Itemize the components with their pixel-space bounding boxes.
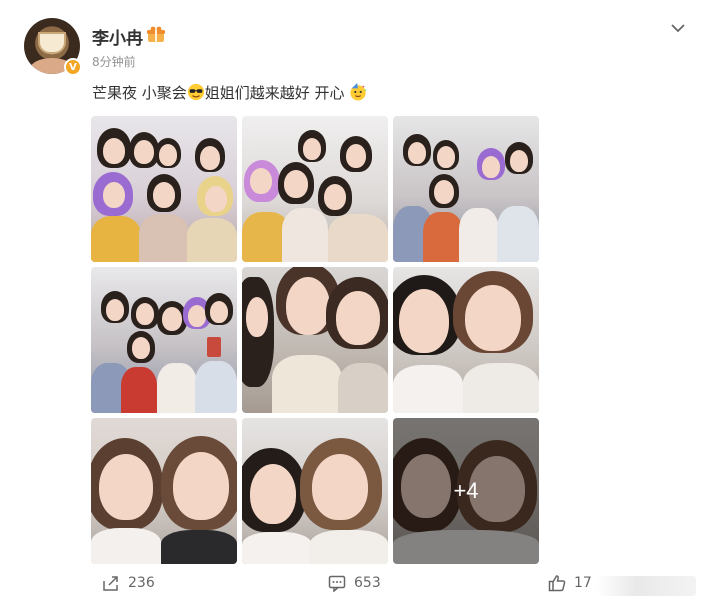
more-photos-overlay[interactable]: +4 (393, 418, 539, 564)
photo-6[interactable] (393, 267, 539, 413)
post-text-part-1: 芒果夜 小聚会 (92, 84, 187, 102)
verified-v-icon: V (64, 58, 82, 76)
partying-face-emoji (350, 83, 367, 101)
share-button[interactable]: 236 (102, 574, 155, 592)
avatar-cup (38, 32, 66, 54)
post-text: 芒果夜 小聚会 姐姐们越来越好 开心 (92, 82, 367, 103)
blurred-region (596, 576, 696, 596)
chevron-down-icon[interactable] (668, 18, 688, 38)
photo-8[interactable] (242, 418, 388, 564)
sunglasses-emoji (187, 83, 204, 101)
username[interactable]: 李小冉 (92, 24, 143, 49)
more-photos-count: +4 (453, 478, 479, 503)
share-count: 236 (128, 575, 155, 591)
comment-button[interactable]: 653 (328, 574, 381, 592)
photo-2[interactable] (242, 116, 388, 262)
thumbs-up-icon (548, 575, 566, 592)
gift-badge-icon (147, 26, 165, 42)
photo-grid: +4 (91, 116, 539, 564)
photo-9[interactable]: +4 (393, 418, 539, 564)
like-button[interactable]: 17 (548, 574, 592, 592)
photo-3[interactable] (393, 116, 539, 262)
share-icon (103, 576, 118, 591)
photo-5[interactable] (242, 267, 388, 413)
comment-icon (328, 575, 346, 592)
timestamp: 8分钟前 (92, 55, 136, 69)
photo-1[interactable] (91, 116, 237, 262)
post-text-part-2: 姐姐们越来越好 开心 (204, 84, 345, 102)
weibo-post-card: V 李小冉 8分钟前 芒果夜 小聚会 姐姐们越来越好 开心 +4 236 653… (0, 0, 702, 606)
like-count: 17 (574, 575, 592, 591)
photo-7[interactable] (91, 418, 237, 564)
action-bar: 236 653 17 (0, 568, 702, 602)
comment-count: 653 (354, 575, 381, 591)
photo-4[interactable] (91, 267, 237, 413)
